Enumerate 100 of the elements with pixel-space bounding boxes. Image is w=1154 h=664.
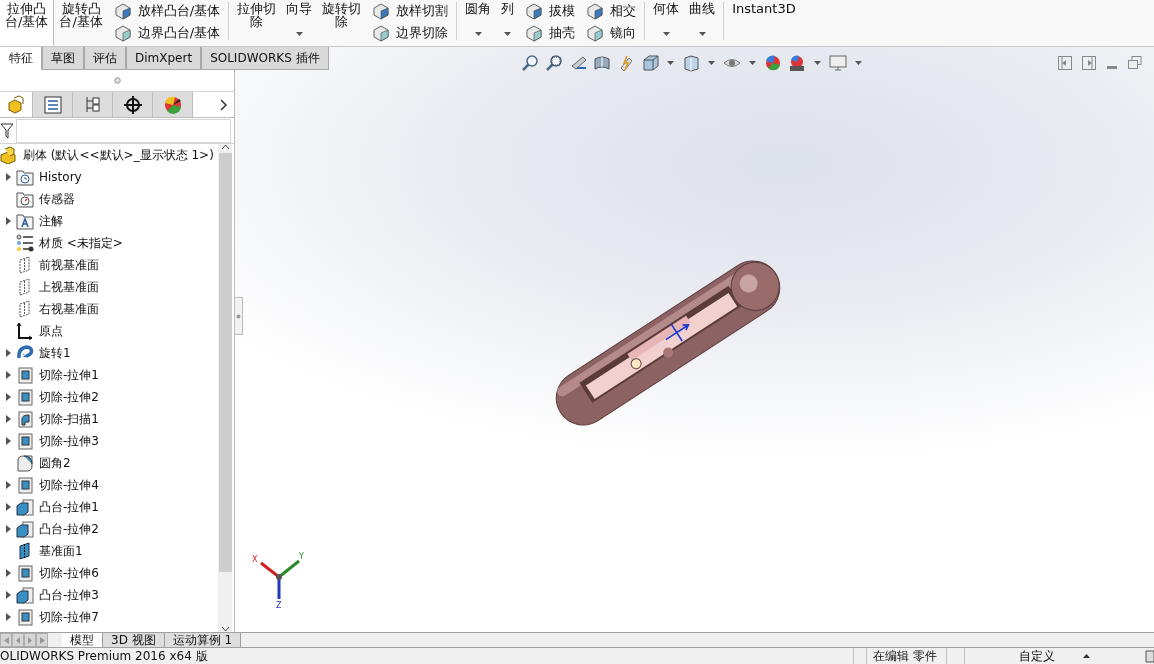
caret-icon[interactable] <box>1083 654 1090 658</box>
caret-icon[interactable] <box>748 61 756 65</box>
origin-icon <box>16 322 34 340</box>
section-icon[interactable] <box>592 53 611 72</box>
ribbon-button[interactable]: Instant3D <box>727 0 801 46</box>
filter-field[interactable] <box>16 118 231 143</box>
tree-item[interactable]: 刷体 (默认<<默认>_显示状态 1>) <box>23 146 214 164</box>
expand-arrow-icon[interactable] <box>5 393 11 401</box>
splitter-handle[interactable] <box>235 297 243 335</box>
expand-arrow-icon[interactable] <box>5 503 11 511</box>
ribbon-button[interactable]: 旋转切 除 <box>317 0 367 46</box>
restore-icon[interactable] <box>1128 55 1142 70</box>
caret-icon[interactable] <box>707 61 715 65</box>
tree-item[interactable]: 基准面1 <box>39 542 83 560</box>
tree-item[interactable]: 切除-拉伸1 <box>39 366 99 384</box>
tree-item[interactable]: 原点 <box>39 322 63 340</box>
chevron-icon[interactable] <box>220 98 228 111</box>
caret-icon[interactable] <box>504 31 512 36</box>
expand-arrow-icon[interactable] <box>5 591 11 599</box>
tab[interactable]: 草图 <box>42 47 84 70</box>
ribbon-button[interactable]: 拉伸切 除 <box>232 0 282 46</box>
ribbon-button[interactable]: 边界凸台/基体 <box>110 22 223 44</box>
ribbon-button[interactable]: 拉伸凸 台/基体 <box>0 0 55 46</box>
tree-item[interactable]: 凸台-拉伸2 <box>39 520 99 538</box>
box-icon <box>371 24 392 42</box>
caret-icon[interactable] <box>698 31 706 36</box>
tab[interactable]: 模型 <box>62 633 103 647</box>
tree-item[interactable]: 材质 <未指定> <box>39 234 123 252</box>
tree-item[interactable]: History <box>39 168 82 186</box>
ribbon-button[interactable]: 列 <box>496 0 520 46</box>
tree-item[interactable]: 切除-拉伸4 <box>39 476 99 494</box>
ribbon-button[interactable]: 放样凸台/基体 <box>110 0 223 22</box>
expand-arrow-icon[interactable] <box>5 613 11 621</box>
expand-arrow-icon[interactable] <box>5 415 11 423</box>
expand-arrow-icon[interactable] <box>5 569 11 577</box>
cube-icon[interactable] <box>681 53 700 72</box>
expand-arrow-icon[interactable] <box>5 217 11 225</box>
ribbon-button[interactable]: 向导 <box>281 0 318 46</box>
magnifier-icon[interactable] <box>520 53 539 72</box>
scrollbar-thumb[interactable] <box>218 153 232 572</box>
ribbon-button[interactable]: 抽壳 <box>522 22 578 44</box>
ribbon-button[interactable]: 圆角 <box>460 0 497 46</box>
tab[interactable]: 运动算例 1 <box>164 633 242 647</box>
tree-item[interactable]: 右视基准面 <box>39 300 99 318</box>
ribbon-button[interactable]: 拔模 <box>522 0 578 22</box>
panel-right-icon[interactable] <box>1082 55 1096 70</box>
tree-item[interactable]: 切除-拉伸6 <box>39 564 99 582</box>
units-dropdown[interactable]: 自定义 <box>1019 647 1055 664</box>
ribbon-button[interactable]: 相交 <box>583 0 639 22</box>
tab[interactable]: 3D 视图 <box>103 633 165 647</box>
magnifier-icon[interactable] <box>544 53 563 72</box>
cube-icon[interactable] <box>640 53 659 72</box>
tree-item[interactable]: 注解 <box>39 212 63 230</box>
caret-icon[interactable] <box>474 31 482 36</box>
tree-item[interactable]: 切除-扫描1 <box>39 410 99 428</box>
panel-tab[interactable] <box>113 92 153 117</box>
tree-item[interactable]: 旋转1 <box>39 344 71 362</box>
caret-icon[interactable] <box>854 61 862 65</box>
folder-icon <box>16 190 34 208</box>
color-ball-icon[interactable] <box>787 53 806 72</box>
ribbon-button[interactable]: 旋转凸 台/基体 <box>54 0 108 46</box>
part-icon <box>6 94 26 115</box>
color-ball-icon[interactable] <box>763 53 782 72</box>
tree-item[interactable]: 凸台-拉伸3 <box>39 586 99 604</box>
tree-item[interactable]: 圆角2 <box>39 454 71 472</box>
scroll-down-icon[interactable] <box>220 626 230 632</box>
ribbon-button[interactable]: 边界切除 <box>369 22 451 44</box>
box-icon <box>112 2 133 20</box>
scroll-up-icon[interactable] <box>220 144 230 150</box>
caret-icon[interactable] <box>295 31 303 36</box>
crosshair-icon <box>122 94 143 115</box>
drag-handle-icon[interactable] <box>113 77 121 84</box>
tree-item[interactable]: 凸台-拉伸1 <box>39 498 99 516</box>
tree-item[interactable]: 传感器 <box>39 190 75 208</box>
ribbon-button[interactable]: 放样切割 <box>369 0 451 22</box>
caret-icon[interactable] <box>666 61 674 65</box>
ribbon-button[interactable]: 何体 <box>648 0 685 46</box>
tab[interactable]: DimXpert <box>126 47 202 70</box>
expand-arrow-icon[interactable] <box>5 349 11 357</box>
tree-item[interactable]: 上视基准面 <box>39 278 99 296</box>
tree-item[interactable]: 切除-拉伸3 <box>39 432 99 450</box>
expand-arrow-icon[interactable] <box>5 437 11 445</box>
monitor-icon[interactable] <box>828 53 847 72</box>
tab[interactable]: 评估 <box>84 47 126 70</box>
axis-label: Z <box>276 601 282 609</box>
filter-icon[interactable] <box>0 122 14 139</box>
expand-arrow-icon[interactable] <box>5 481 11 489</box>
tree-item[interactable]: 前视基准面 <box>39 256 99 274</box>
caret-icon[interactable] <box>662 31 670 36</box>
ribbon-button[interactable]: 曲线 <box>684 0 721 46</box>
caret-icon[interactable] <box>813 61 821 65</box>
tree-item[interactable]: 切除-拉伸7 <box>39 608 99 626</box>
panel-left-icon[interactable] <box>1058 55 1072 70</box>
tree-item[interactable]: 切除-拉伸2 <box>39 388 99 406</box>
tab[interactable]: SOLIDWORKS 插件 <box>201 47 329 70</box>
expand-arrow-icon[interactable] <box>5 371 11 379</box>
ribbon-button[interactable]: 镜向 <box>583 22 639 44</box>
expand-arrow-icon[interactable] <box>5 525 11 533</box>
color-ball-icon <box>162 94 183 115</box>
expand-arrow-icon[interactable] <box>5 173 11 181</box>
